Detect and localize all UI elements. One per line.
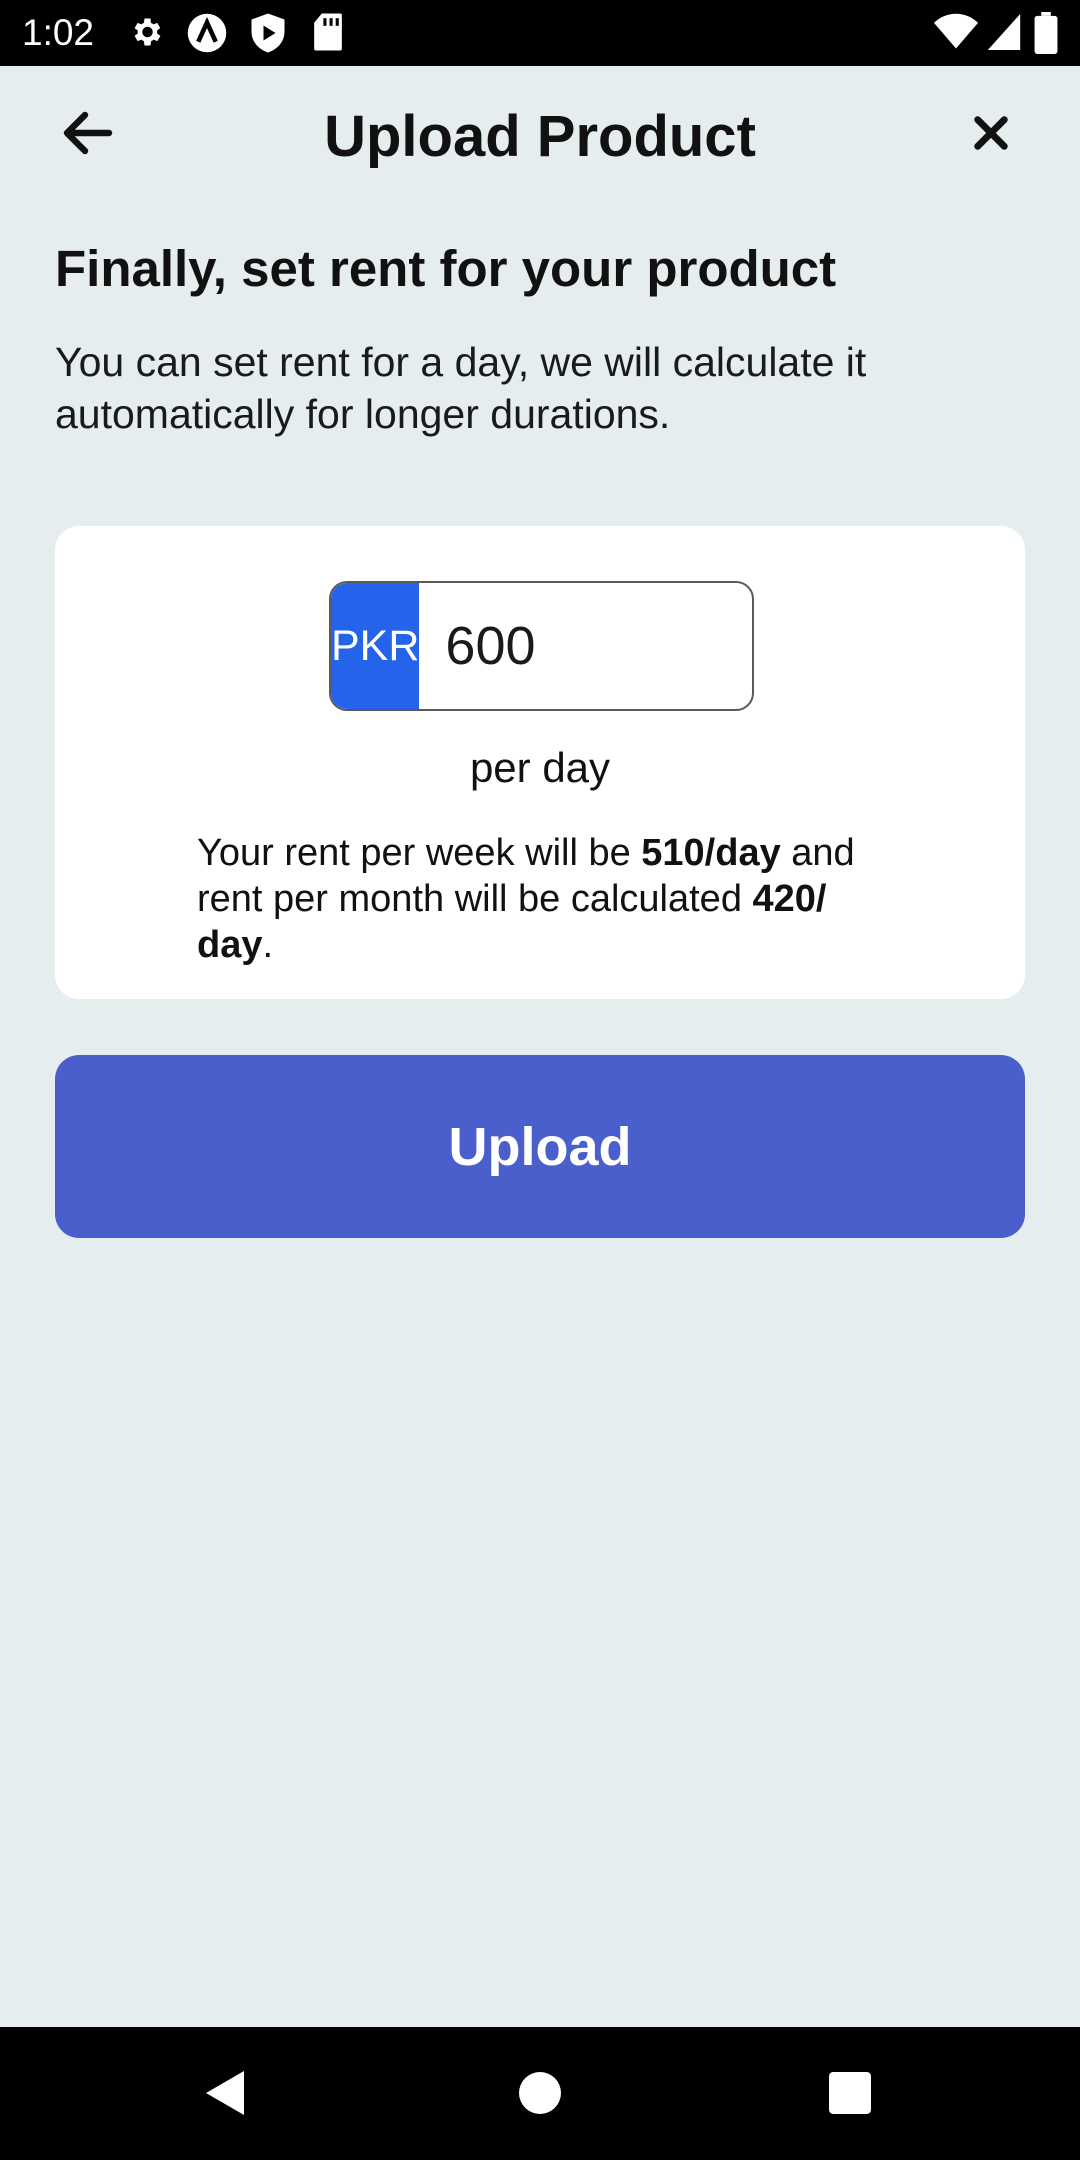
rent-unit-label: per day <box>469 744 611 791</box>
status-bar: 1:02 <box>0 0 1080 66</box>
note-prefix: Your rent per week will be <box>197 832 642 874</box>
square-recents-icon <box>829 2071 871 2119</box>
section-heading: Finally, set rent for your product <box>55 240 837 297</box>
weekly-rate: 510/day <box>641 832 781 874</box>
triangle-back-icon <box>204 2069 248 2122</box>
note-suffix: . <box>262 924 274 966</box>
wifi-icon <box>934 12 978 57</box>
rent-amount-input[interactable] <box>419 583 752 709</box>
close-icon <box>972 114 1010 157</box>
gear-icon <box>128 12 164 57</box>
currency-badge: PKR <box>331 583 420 709</box>
signal-icon <box>986 12 1022 57</box>
circle-home-icon <box>519 2071 561 2119</box>
close-button[interactable] <box>946 90 1036 180</box>
battery-icon <box>1034 12 1058 59</box>
rent-calculation-note: Your rent per week will be 510/day and r… <box>197 830 897 968</box>
app-a-icon <box>186 12 228 59</box>
page-title: Upload Product <box>324 104 756 169</box>
status-time: 1:02 <box>22 12 95 53</box>
section-description: You can set rent for a day, we will calc… <box>55 339 867 437</box>
nav-recents-button[interactable] <box>820 2065 880 2125</box>
nav-back-button[interactable] <box>196 2065 256 2125</box>
play-protect-icon <box>250 12 286 59</box>
app-header: Upload Product <box>0 66 1080 206</box>
upload-button[interactable]: Upload <box>55 1055 1025 1238</box>
sd-card-icon <box>312 12 344 57</box>
system-nav-bar <box>0 2027 1080 2160</box>
rent-card: PKR per day Your rent per week will be 5… <box>55 526 1025 999</box>
nav-home-button[interactable] <box>510 2065 570 2125</box>
rent-amount-field[interactable]: PKR <box>329 581 754 711</box>
